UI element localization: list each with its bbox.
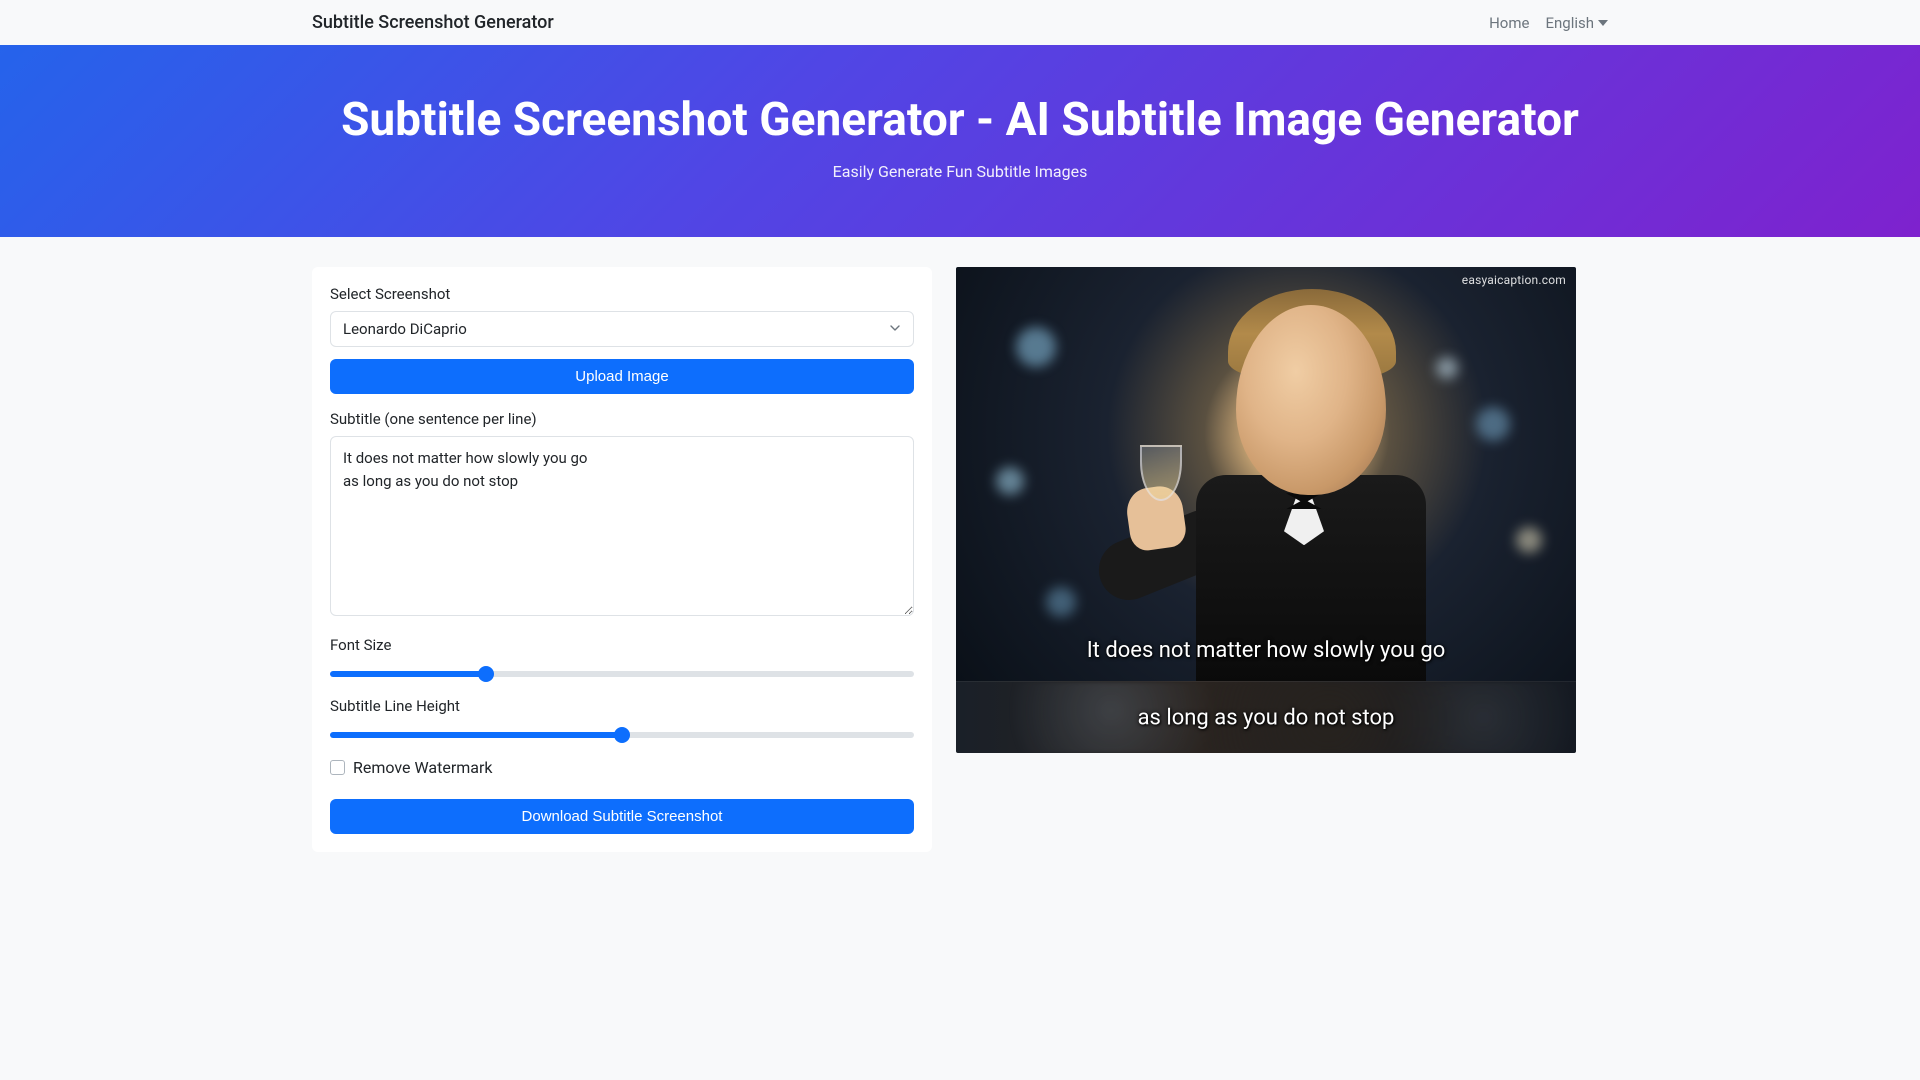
subtitle-textarea-label: Subtitle (one sentence per line) xyxy=(330,410,914,428)
main-content: Select Screenshot Leonardo DiCaprio Uplo… xyxy=(300,237,1620,882)
navbar: Subtitle Screenshot Generator Home Engli… xyxy=(300,0,1620,45)
brand-title[interactable]: Subtitle Screenshot Generator xyxy=(300,12,554,33)
download-button[interactable]: Download Subtitle Screenshot xyxy=(330,799,914,834)
bokeh-light xyxy=(1016,327,1056,367)
remove-watermark-label: Remove Watermark xyxy=(353,758,493,777)
figure-illustration xyxy=(1156,295,1456,681)
upload-image-button[interactable]: Upload Image xyxy=(330,359,914,394)
chevron-down-icon xyxy=(889,320,901,338)
subtitle-line-1: It does not matter how slowly you go xyxy=(956,638,1576,663)
caret-down-icon xyxy=(1598,14,1608,32)
watermark-text: easyaicaption.com xyxy=(1462,273,1566,287)
preview-main-frame: easyaicaption.com It does not matter how… xyxy=(956,267,1576,681)
select-screenshot-label: Select Screenshot xyxy=(330,285,914,303)
screenshot-select[interactable]: Leonardo DiCaprio xyxy=(330,311,914,347)
bokeh-light xyxy=(1476,407,1510,441)
subtitle-line-2: as long as you do not stop xyxy=(956,705,1576,730)
remove-watermark-row: Remove Watermark xyxy=(330,758,914,777)
navbar-right: Home English xyxy=(1489,14,1620,32)
bokeh-light xyxy=(1516,527,1542,553)
bokeh-light xyxy=(1046,587,1076,617)
subtitle-textarea[interactable] xyxy=(330,436,914,616)
language-label: English xyxy=(1545,14,1594,32)
screenshot-select-value: Leonardo DiCaprio xyxy=(343,320,467,338)
hero-subtitle: Easily Generate Fun Subtitle Images xyxy=(20,162,1900,181)
font-size-label: Font Size xyxy=(330,636,914,654)
settings-panel: Select Screenshot Leonardo DiCaprio Uplo… xyxy=(312,267,932,852)
line-height-slider[interactable] xyxy=(330,732,914,738)
font-size-slider[interactable] xyxy=(330,671,914,677)
hero-title: Subtitle Screenshot Generator - AI Subti… xyxy=(20,93,1900,148)
preview-strip-frame: as long as you do not stop xyxy=(956,681,1576,753)
nav-home[interactable]: Home xyxy=(1489,14,1529,32)
hero-banner: Subtitle Screenshot Generator - AI Subti… xyxy=(0,45,1920,237)
remove-watermark-checkbox[interactable] xyxy=(330,760,345,775)
language-dropdown[interactable]: English xyxy=(1545,14,1608,32)
bokeh-light xyxy=(996,467,1024,495)
preview-image: easyaicaption.com It does not matter how… xyxy=(956,267,1576,753)
line-height-label: Subtitle Line Height xyxy=(330,697,914,715)
